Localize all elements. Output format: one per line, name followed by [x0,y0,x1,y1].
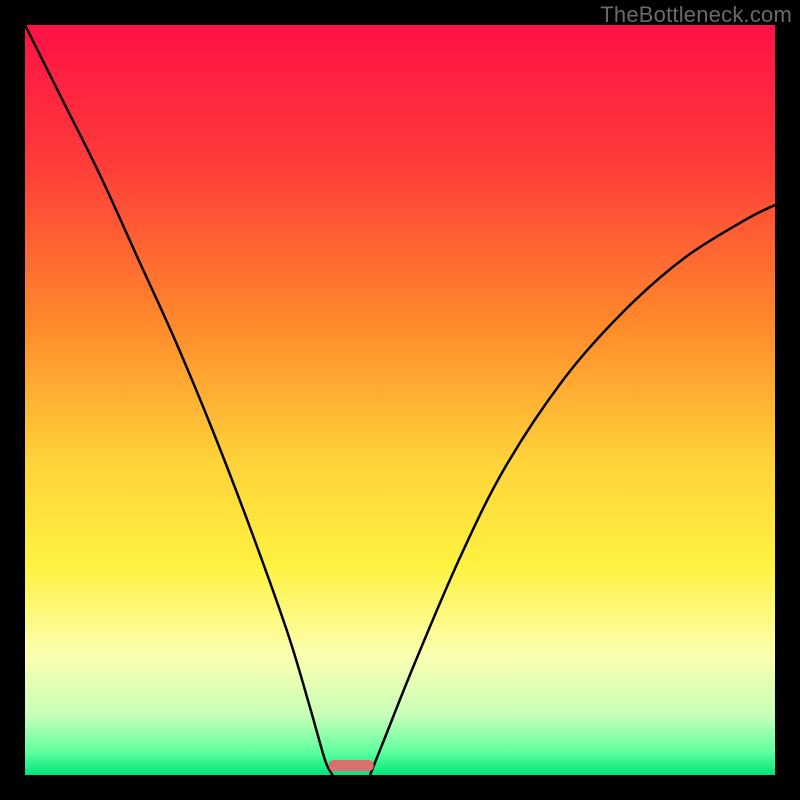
gradient-background [25,25,775,775]
bottleneck-marker [329,760,374,771]
plot-area [25,25,775,775]
chart-frame: TheBottleneck.com [0,0,800,800]
chart-svg [25,25,775,775]
